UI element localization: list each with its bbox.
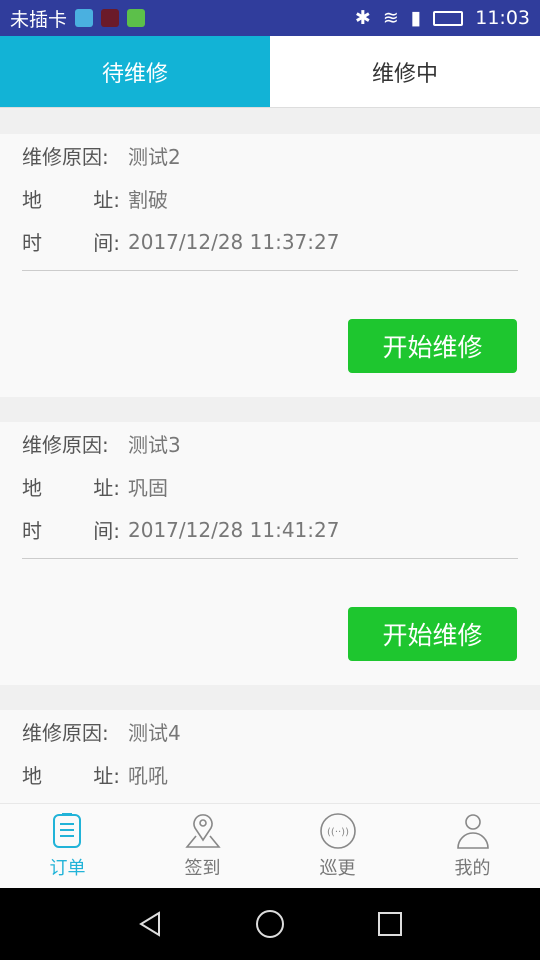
address-label: 地 址: bbox=[22, 760, 128, 789]
home-icon[interactable] bbox=[255, 909, 285, 939]
bottom-nav: 订单 签到 ((··)) 巡更 我的 bbox=[0, 803, 540, 888]
reason-value: 测试2 bbox=[128, 145, 181, 169]
nav-item-checkin[interactable]: 签到 bbox=[135, 804, 270, 888]
battery-icon bbox=[433, 10, 464, 26]
status-bar: 未插卡 ✱ ≋ ▮ 11:03 bbox=[0, 0, 540, 36]
order-card: 维修原因:测试4 地址:吼吼 时间:2017/12/28 11:42:21 开始… bbox=[0, 710, 540, 803]
label-part: 地 bbox=[22, 764, 42, 788]
address-row: 地 址: 吼吼 bbox=[22, 753, 518, 796]
address-value: 吼吼 bbox=[128, 764, 168, 788]
recents-icon[interactable] bbox=[375, 909, 405, 939]
label-part: 地 bbox=[22, 476, 42, 500]
reason-row: 维修原因: 测试2 bbox=[22, 134, 518, 177]
reason-row: 维修原因: 测试4 bbox=[22, 710, 518, 753]
svg-text:((··)): ((··)) bbox=[327, 827, 349, 838]
carrier-text: 未插卡 bbox=[10, 8, 68, 31]
app-notification-icon bbox=[101, 9, 120, 27]
label-part: 间: bbox=[93, 519, 120, 543]
nav-item-patrol[interactable]: ((··)) 巡更 bbox=[270, 804, 405, 888]
bluetooth-icon: ✱ bbox=[354, 7, 371, 29]
tab-in-progress[interactable]: 维修中 bbox=[270, 36, 540, 107]
address-row: 地 址: 割破 bbox=[22, 177, 518, 220]
address-row: 地 址: 巩固 bbox=[22, 465, 518, 508]
nav-label: 订单 bbox=[49, 858, 86, 879]
wifi-icon: ≋ bbox=[382, 7, 399, 29]
address-value: 巩固 bbox=[128, 476, 168, 500]
order-card: 维修原因: 测试2 地 址: 割破 时 间: 2017/12/28 11:37:27 开始… bbox=[0, 134, 540, 397]
location-icon bbox=[184, 814, 221, 848]
system-nav-bar bbox=[0, 888, 540, 960]
time-label: 时 间: bbox=[22, 227, 128, 256]
reason-value: 测试4 bbox=[128, 721, 181, 745]
back-icon[interactable] bbox=[135, 909, 165, 939]
label-part: 址: bbox=[93, 764, 120, 788]
time-row: 时 间: 2017/12/28 11:41:27 bbox=[22, 508, 518, 551]
clock: 11:03 bbox=[475, 7, 530, 29]
nav-item-orders[interactable]: 订单 bbox=[0, 804, 135, 888]
time-value: 2017/12/28 11:41:27 bbox=[128, 517, 340, 542]
time-label: 时 间: bbox=[22, 515, 128, 544]
nav-label: 我的 bbox=[454, 858, 491, 879]
order-list[interactable]: 维修原因: 测试2 地址: 割破 时间: 2017/12/28 11:37:27 开始… bbox=[0, 109, 540, 803]
reason-label: 维修原因: bbox=[22, 433, 109, 457]
label-part: 地 bbox=[22, 188, 42, 212]
time-value: 2017/12/28 11:37:27 bbox=[128, 229, 340, 254]
app-notification-icon bbox=[127, 9, 146, 27]
divider bbox=[22, 558, 518, 559]
address-value: 割破 bbox=[128, 188, 168, 212]
order-icon bbox=[52, 813, 81, 848]
patrol-icon: ((··)) bbox=[319, 813, 356, 849]
nav-item-mine[interactable]: 我的 bbox=[405, 804, 540, 888]
reason-row: 维修原因: 测试3 bbox=[22, 422, 518, 465]
reason-value: 测试3 bbox=[128, 433, 181, 457]
divider bbox=[22, 270, 518, 271]
user-icon bbox=[456, 814, 489, 849]
reason-label: 维修原因: bbox=[22, 721, 109, 745]
time-row: 时间:2017/12/28 11:42:21 bbox=[22, 796, 518, 803]
time-row: 时 间: 2017/12/28 11:37:27 bbox=[22, 220, 518, 263]
nav-label: 巡更 bbox=[319, 858, 356, 879]
start-repair-button[interactable]: 开始维修 bbox=[348, 319, 517, 373]
address-label: 地 址: bbox=[22, 472, 128, 501]
tab-pending[interactable]: 待维修 bbox=[0, 36, 270, 107]
reason-label: 维修原因: bbox=[22, 145, 109, 169]
label-part: 址: bbox=[93, 188, 120, 212]
label-part: 时 bbox=[22, 231, 42, 255]
tab-bar: 待维修 维修中 bbox=[0, 36, 540, 108]
nav-label: 签到 bbox=[184, 858, 221, 879]
address-label: 地 址: bbox=[22, 184, 128, 213]
label-part: 址: bbox=[93, 476, 120, 500]
sim-icon: ▮ bbox=[410, 7, 422, 29]
start-repair-button[interactable]: 开始维修 bbox=[348, 607, 517, 661]
app-notification-icon bbox=[75, 9, 94, 27]
label-part: 间: bbox=[93, 231, 120, 255]
label-part: 时 bbox=[22, 519, 42, 543]
order-card: 维修原因: 测试3 地 址: 巩固 时 间: 2017/12/28 11:41:27 开始… bbox=[0, 422, 540, 685]
